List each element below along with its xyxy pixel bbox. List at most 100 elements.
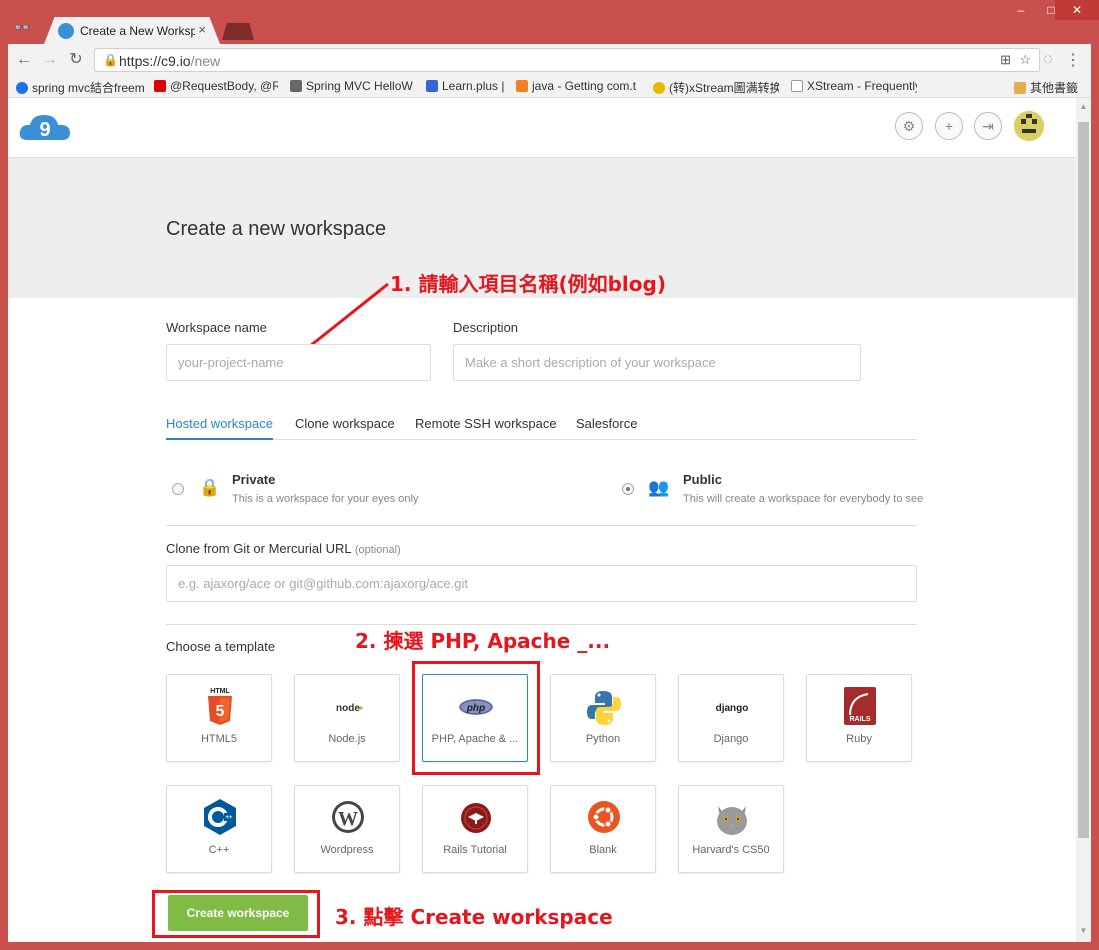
clone-url-label: Clone from Git or Mercurial URL (optiona… [166,541,401,556]
browser-tab-active[interactable]: Create a New Workspace × [44,17,220,44]
page-title: Create a new workspace [166,218,387,240]
lock-icon: 🔒 [199,478,221,497]
bookmark-favicon-icon [290,80,302,92]
tab-salesforce[interactable]: Salesforce [576,416,637,438]
cloud9-logo-icon[interactable]: 9 [18,112,72,142]
html5-logo-icon: HTML 5 [208,688,232,725]
template-name: Ruby [846,733,872,745]
page-viewport: 9 ⚙ + ⇥ Create a new workspace 1. 請輸入項目名… [8,98,1091,942]
template-harvard-cs50[interactable]: Harvard's CS50 [678,785,784,873]
template-name: Django [713,733,749,745]
public-title: Public [683,472,723,487]
extension-icon[interactable]: ◌ [1038,50,1058,70]
other-bookmarks-folder[interactable]: 其他書籤 [1014,79,1086,95]
template-name: Harvard's CS50 [692,844,770,856]
template-nodejs[interactable]: node Node.js [294,674,400,762]
cat-logo-icon [717,806,747,835]
folder-icon [1014,82,1026,94]
add-plus-icon[interactable]: + [935,112,963,140]
bookmark-favicon-icon [516,80,528,92]
bookmark-favicon-icon [791,80,803,92]
close-window-button[interactable]: ✕ [1055,0,1099,20]
cpp-logo-icon: ++ [204,799,236,835]
translate-icon[interactable]: ⊞ [1000,52,1011,68]
template-python[interactable]: Python [550,674,656,762]
bookmarks-bar: spring mvc結合freem @RequestBody, @R Sprin… [8,76,1091,98]
bookmark-star-icon[interactable]: ☆ [1019,52,1031,68]
create-workspace-button[interactable]: Create workspace [168,895,308,931]
svg-text:5: 5 [216,703,225,720]
scroll-thumb[interactable] [1078,122,1089,838]
c9-header: 9 ⚙ + ⇥ [8,98,1076,158]
template-ruby[interactable]: RAILS Ruby [806,674,912,762]
workspace-type-tabs: Hosted workspace Clone workspace Remote … [166,408,917,440]
logout-icon[interactable]: ⇥ [974,112,1002,140]
annotation-step-1: 1. 請輸入項目名稱(例如blog) [390,272,666,296]
svg-text:HTML: HTML [210,688,230,695]
cloud9-favicon-icon [58,23,74,39]
public-radio[interactable] [622,483,634,495]
workspace-name-input[interactable]: your-project-name [166,344,431,381]
private-title: Private [232,472,276,487]
tab-hosted-workspace[interactable]: Hosted workspace [166,416,273,440]
choose-template-label: Choose a template [166,639,276,654]
bookmark-item[interactable]: java - Getting com.t [516,79,644,95]
template-cpp[interactable]: ++ C++ [166,785,272,873]
public-description: This will create a workspace for everybo… [683,493,924,505]
template-html5[interactable]: HTML 5 HTML5 [166,674,272,762]
template-wordpress[interactable]: W Wordpress [294,785,400,873]
wordpress-logo-icon: W [332,801,364,833]
template-rails-tutorial[interactable]: Rails Tutorial [422,785,528,873]
private-description: This is a workspace for your eyes only [232,493,419,505]
bookmark-item[interactable]: Spring MVC HelloW [290,79,418,95]
template-name: Blank [589,844,617,856]
chrome-menu-icon[interactable]: ⋮ [1065,50,1081,70]
tab-title: Create a New Workspace [80,24,195,38]
svg-text:RAILS: RAILS [850,716,871,723]
tab-remote-ssh-workspace[interactable]: Remote SSH workspace [415,416,557,438]
django-logo-icon: django [716,703,749,714]
bookmark-item[interactable]: (转)xStream圖满转换 [653,79,779,95]
workspace-name-label: Workspace name [166,320,267,335]
template-name: Wordpress [320,844,374,856]
bookmark-item[interactable]: @RequestBody, @R [154,79,278,95]
forward-icon[interactable]: → [40,50,60,70]
tab-close-icon[interactable]: × [198,22,206,37]
settings-gear-icon[interactable]: ⚙ [895,112,923,140]
scroll-down-icon[interactable]: ▼ [1078,926,1089,938]
url-text: https://c9.io/new [119,53,221,69]
minimize-button[interactable]: – [1006,0,1036,20]
template-name: Python [585,733,621,745]
bookmark-favicon-icon [154,80,166,92]
description-input[interactable]: Make a short description of your workspa… [453,344,861,381]
template-name: C++ [208,844,230,856]
rails-tutorial-logo-icon [461,803,491,833]
new-tab-button[interactable] [222,23,254,40]
ubuntu-logo-icon [588,801,620,833]
template-name: HTML5 [200,733,238,745]
bookmark-item[interactable]: XStream - Frequently [791,79,917,95]
page-scrollbar[interactable]: ▲ ▼ [1076,98,1091,942]
clone-url-input[interactable]: e.g. ajaxorg/ace or git@github.com:ajaxo… [166,565,917,602]
annotation-highlight-php [412,661,540,775]
private-radio[interactable] [172,483,184,495]
bookmark-item[interactable]: spring mvc結合freem [16,79,144,95]
address-bar[interactable]: 🔒 https://c9.io/new ⊞ ☆ [94,48,1040,72]
browser-window: 👓 Create a New Workspace × – □ ✕ ← → ↻ 🔒… [0,0,1099,950]
template-django[interactable]: django Django [678,674,784,762]
bookmark-favicon-icon [426,80,438,92]
bookmark-favicon-icon [653,82,665,94]
nodejs-logo-icon: node [336,703,363,714]
svg-text:9: 9 [39,119,50,141]
reload-icon[interactable]: ↻ [66,50,86,70]
svg-text:++: ++ [225,815,233,821]
scroll-up-icon[interactable]: ▲ [1078,102,1089,114]
user-avatar[interactable] [1014,111,1044,141]
back-icon[interactable]: ← [14,50,34,70]
template-name: Node.js [328,733,366,745]
python-logo-icon [587,691,621,725]
title-bar: 👓 Create a New Workspace × – □ ✕ [0,0,1099,44]
tab-clone-workspace[interactable]: Clone workspace [295,416,395,438]
template-blank[interactable]: Blank [550,785,656,873]
bookmark-item[interactable]: Learn.plus | [426,79,508,95]
